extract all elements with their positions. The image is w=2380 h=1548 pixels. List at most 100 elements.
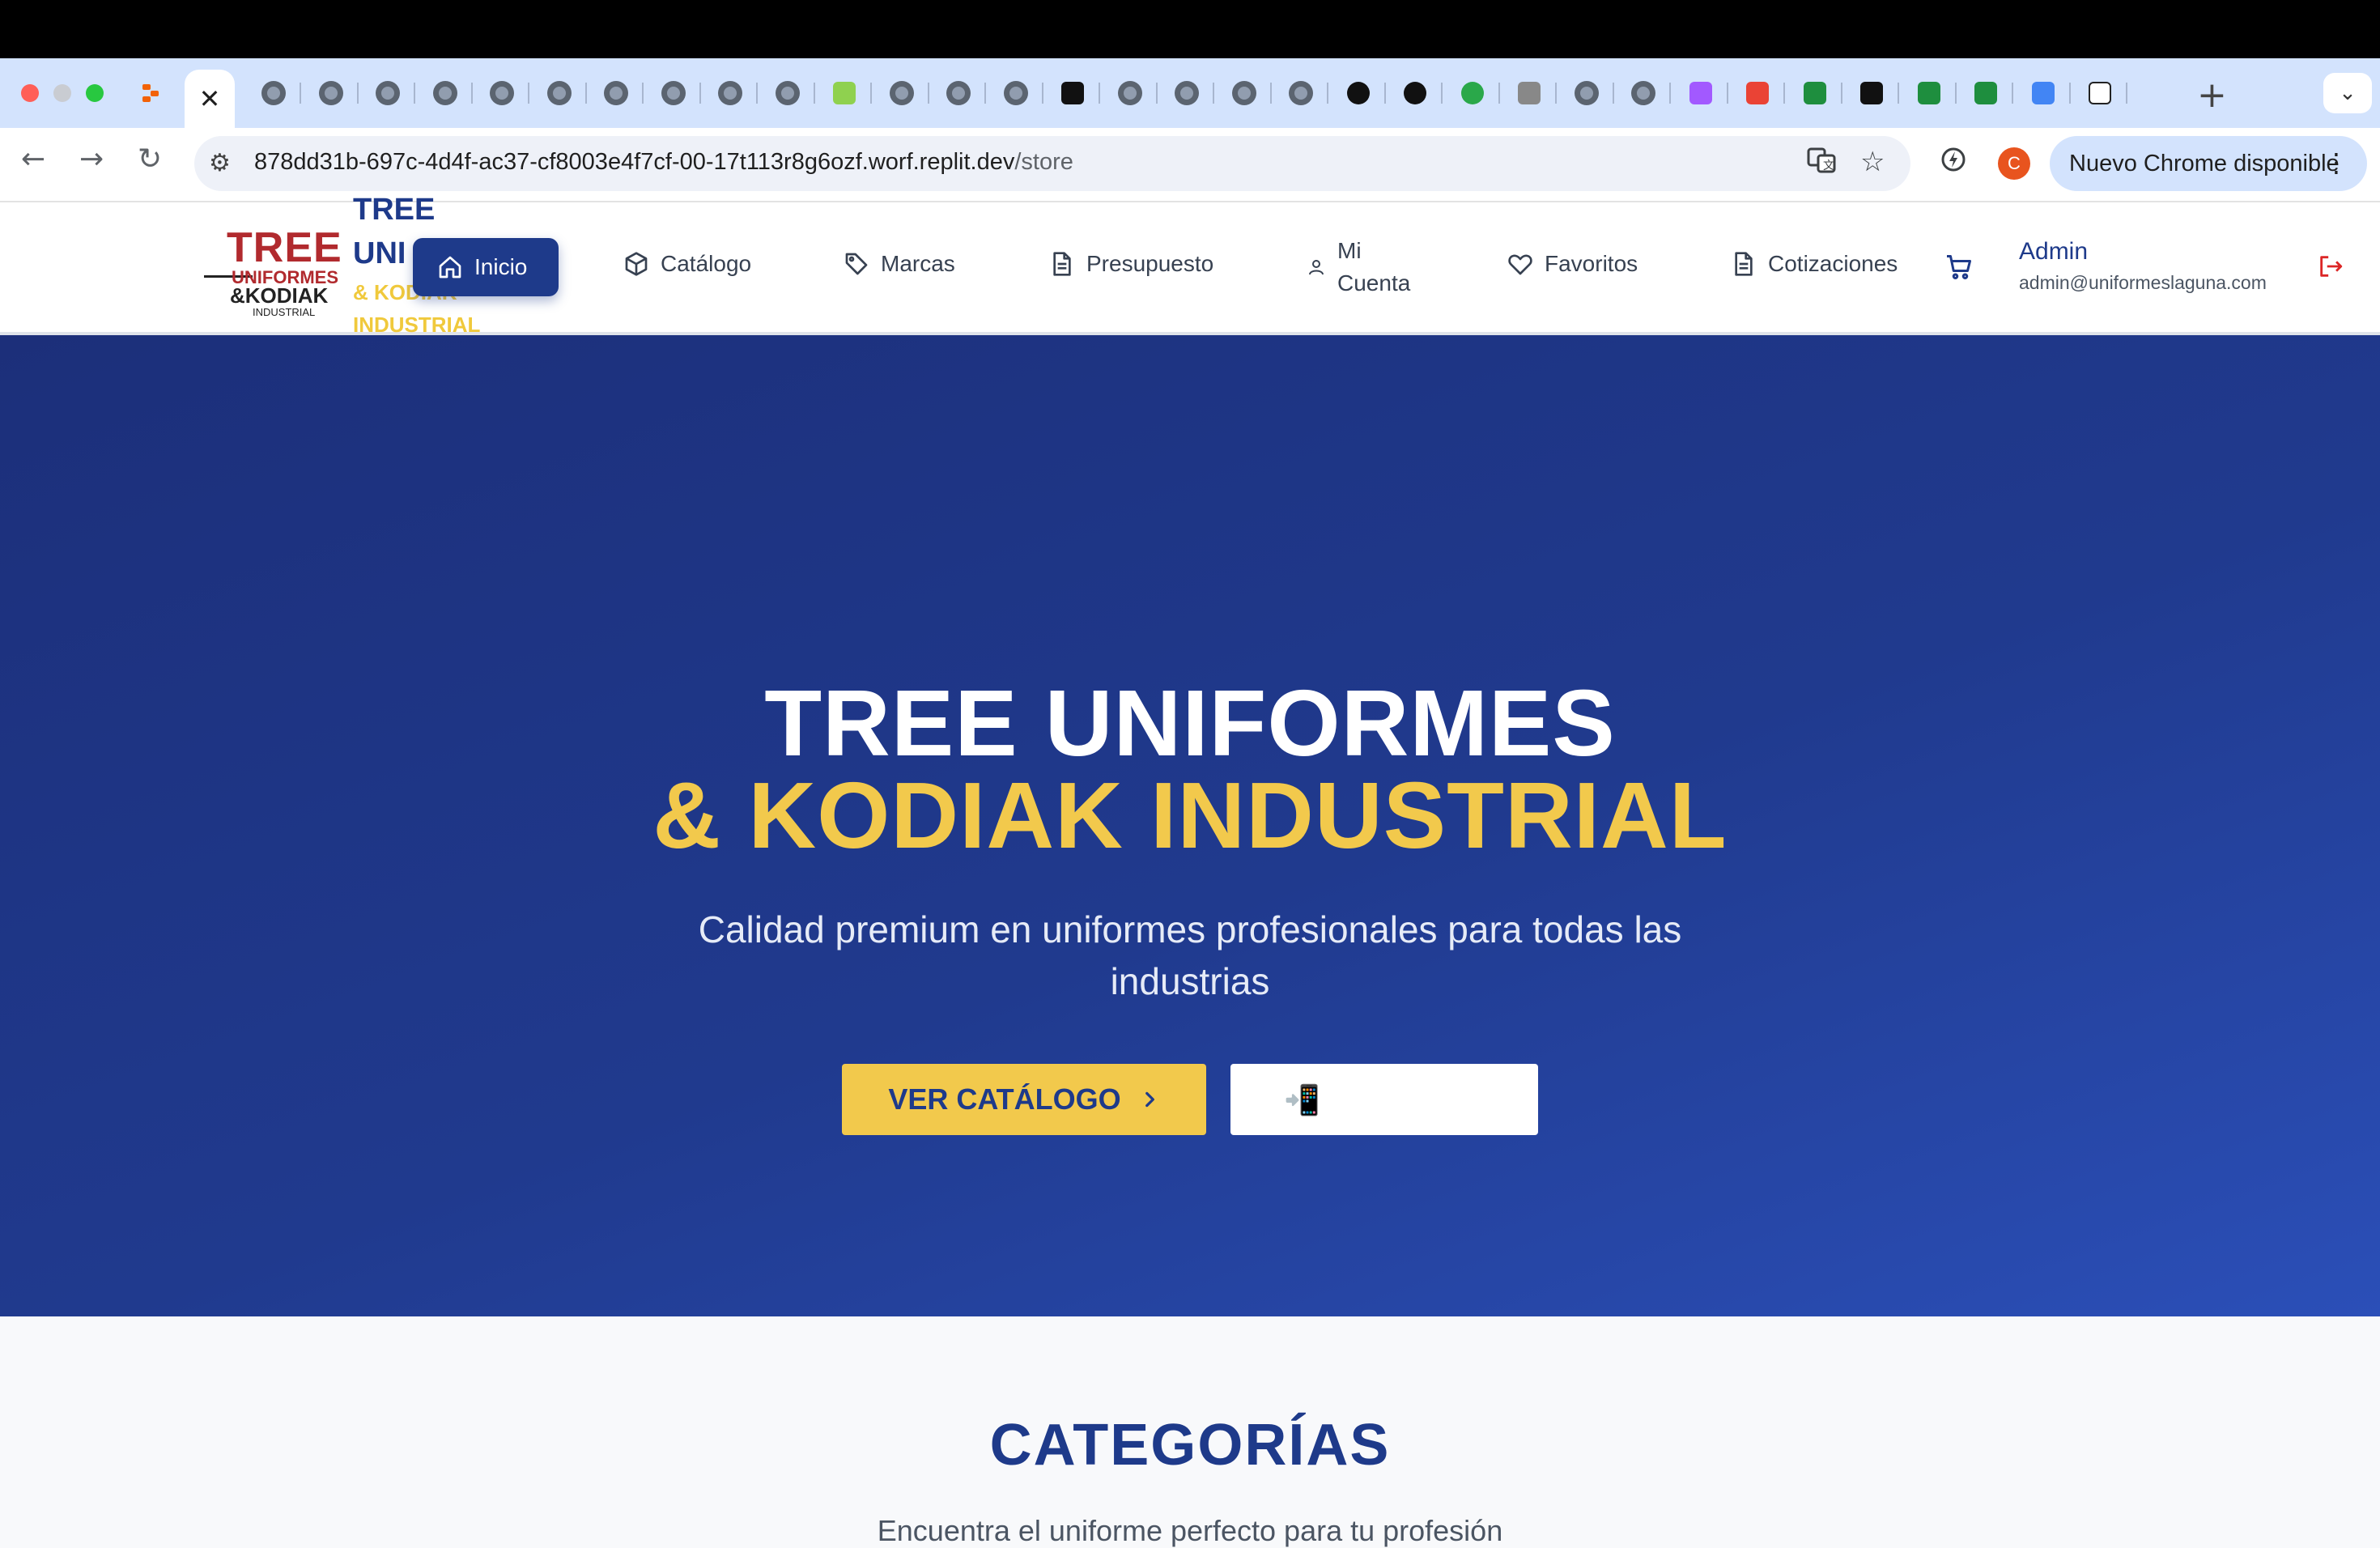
nav-presupuesto[interactable]: Presupuesto: [1049, 251, 1213, 277]
chrome-update-button[interactable]: Nuevo Chrome disponible ⋮: [2050, 136, 2367, 191]
tab-7[interactable]: [476, 71, 529, 115]
globe-icon: [490, 81, 514, 105]
nav-presupuesto-label: Presupuesto: [1086, 251, 1214, 276]
tab-12[interactable]: [762, 71, 815, 115]
tab-30[interactable]: [1789, 71, 1842, 115]
tab-16[interactable]: [990, 71, 1043, 115]
tab-10[interactable]: [648, 71, 701, 115]
back-icon[interactable]: ←: [21, 142, 45, 176]
chevron-right-icon: [1145, 1091, 1154, 1108]
box-icon: [625, 252, 648, 276]
categories-title: CATEGORÍAS: [989, 1413, 1391, 1478]
translate-icon[interactable]: 文: [1807, 146, 1836, 182]
tab-21[interactable]: [1275, 71, 1328, 115]
tab-14[interactable]: [876, 71, 929, 115]
globe-icon: [1575, 81, 1599, 105]
logout-icon[interactable]: [2317, 253, 2344, 284]
tab-34[interactable]: [2017, 71, 2071, 115]
apify-icon: [1860, 82, 1883, 104]
globe-icon: [547, 81, 572, 105]
nav-mi-cuenta[interactable]: Mi Cuenta: [1307, 235, 1410, 300]
hero-subtitle: Calidad premium en uniformes profesional…: [698, 908, 1682, 1002]
profile-avatar[interactable]: C: [1998, 147, 2030, 180]
nav-catalogo[interactable]: Catálogo: [623, 251, 751, 277]
globe-icon: [376, 81, 400, 105]
tab-35[interactable]: [2074, 71, 2127, 115]
github-icon: [1347, 82, 1370, 104]
nav-inicio[interactable]: Inicio: [413, 238, 559, 296]
tab-19[interactable]: [1161, 71, 1214, 115]
extension-icon[interactable]: [1940, 146, 1967, 181]
maximize-window-button[interactable]: [86, 84, 104, 102]
view-catalog-label: VER CATÁLOGO: [888, 1082, 1121, 1116]
hero-title-line-2: & KODIAK INDUSTRIAL: [652, 763, 1728, 868]
user-email: admin@uniformeslaguna.com: [2019, 272, 2267, 293]
tab-31[interactable]: [1846, 71, 1899, 115]
tab-4[interactable]: [305, 71, 359, 115]
more-menu-icon[interactable]: ⋮: [2323, 147, 2349, 178]
tab-13[interactable]: [818, 71, 872, 115]
tab-27[interactable]: [1617, 71, 1671, 115]
nav-cotizaciones-label: Cotizaciones: [1768, 251, 1898, 276]
screen-top-bar: [0, 0, 2380, 58]
heart-icon: [1508, 254, 1532, 275]
bookmark-star-icon[interactable]: ☆: [1860, 146, 1885, 178]
tab-18[interactable]: [1104, 71, 1158, 115]
globe-icon: [319, 81, 343, 105]
tab-24[interactable]: [1447, 71, 1500, 115]
tab-20[interactable]: [1218, 71, 1272, 115]
tab-25[interactable]: [1503, 71, 1557, 115]
tab-search-button[interactable]: ⌄: [2323, 73, 2372, 113]
cart-icon[interactable]: [1944, 253, 1974, 286]
svg-text:文: 文: [1823, 159, 1834, 172]
globe-icon: [946, 81, 971, 105]
nav-marcas[interactable]: Marcas: [844, 251, 955, 277]
site-settings-icon[interactable]: ⚙: [209, 149, 231, 177]
url-path: /store: [1014, 149, 1073, 175]
github-icon: [1404, 82, 1426, 104]
tab-5[interactable]: [362, 71, 415, 115]
view-catalog-button[interactable]: VER CATÁLOGO: [842, 1064, 1206, 1135]
document-icon: [1735, 252, 1753, 276]
tab-17[interactable]: [1047, 71, 1100, 115]
tab-9[interactable]: [590, 71, 644, 115]
nav-catalogo-label: Catálogo: [661, 251, 752, 276]
tab-26[interactable]: [1561, 71, 1614, 115]
site-logo[interactable]: TREE UNIFORMES &KODIAK INDUSTRIAL: [204, 222, 342, 318]
nav-inicio-label: Inicio: [474, 254, 528, 279]
close-window-button[interactable]: [21, 84, 39, 102]
nav-mi-cuenta-label: Mi Cuenta: [1337, 235, 1410, 300]
nav-favoritos[interactable]: Favoritos: [1507, 251, 1638, 277]
tab-15[interactable]: [933, 71, 986, 115]
tab-6[interactable]: [419, 71, 473, 115]
tab-29[interactable]: [1732, 71, 1785, 115]
tab-11[interactable]: [704, 71, 758, 115]
tab-23[interactable]: [1389, 71, 1443, 115]
home-icon: [439, 256, 461, 279]
nav-mi-label: Mi: [1337, 238, 1362, 263]
new-tab-button[interactable]: +: [2197, 74, 2227, 116]
tab-active-store[interactable]: ✕: [185, 70, 235, 128]
tab-32[interactable]: [1903, 71, 1957, 115]
tab-8[interactable]: [533, 71, 587, 115]
globe-icon: [718, 81, 742, 105]
globe-icon: [433, 81, 457, 105]
tab-3[interactable]: [248, 71, 301, 115]
url-text[interactable]: 878dd31b-697c-4d4f-ac37-cf8003e4f7cf-00-…: [254, 149, 1073, 176]
minimize-window-button[interactable]: [53, 84, 71, 102]
tab-replit[interactable]: [131, 71, 172, 115]
figma-icon: [1689, 82, 1712, 104]
user-icon: [1309, 260, 1324, 275]
close-tab-icon[interactable]: ✕: [199, 83, 221, 114]
forward-icon[interactable]: →: [79, 142, 104, 176]
categories-subtitle: Encuentra el uniforme perfecto para tu p…: [877, 1514, 1503, 1547]
tab-33[interactable]: [1960, 71, 2013, 115]
tab-28[interactable]: [1675, 71, 1728, 115]
tab-22[interactable]: [1332, 71, 1386, 115]
docs-icon: [2032, 82, 2055, 104]
nav-cotizaciones[interactable]: Cotizaciones: [1731, 251, 1898, 277]
install-app-button[interactable]: 📲: [1230, 1064, 1538, 1135]
brand-name-line-1: TREE: [353, 193, 436, 227]
reload-icon[interactable]: ↻: [138, 142, 162, 176]
amazon-icon: [2089, 82, 2111, 104]
